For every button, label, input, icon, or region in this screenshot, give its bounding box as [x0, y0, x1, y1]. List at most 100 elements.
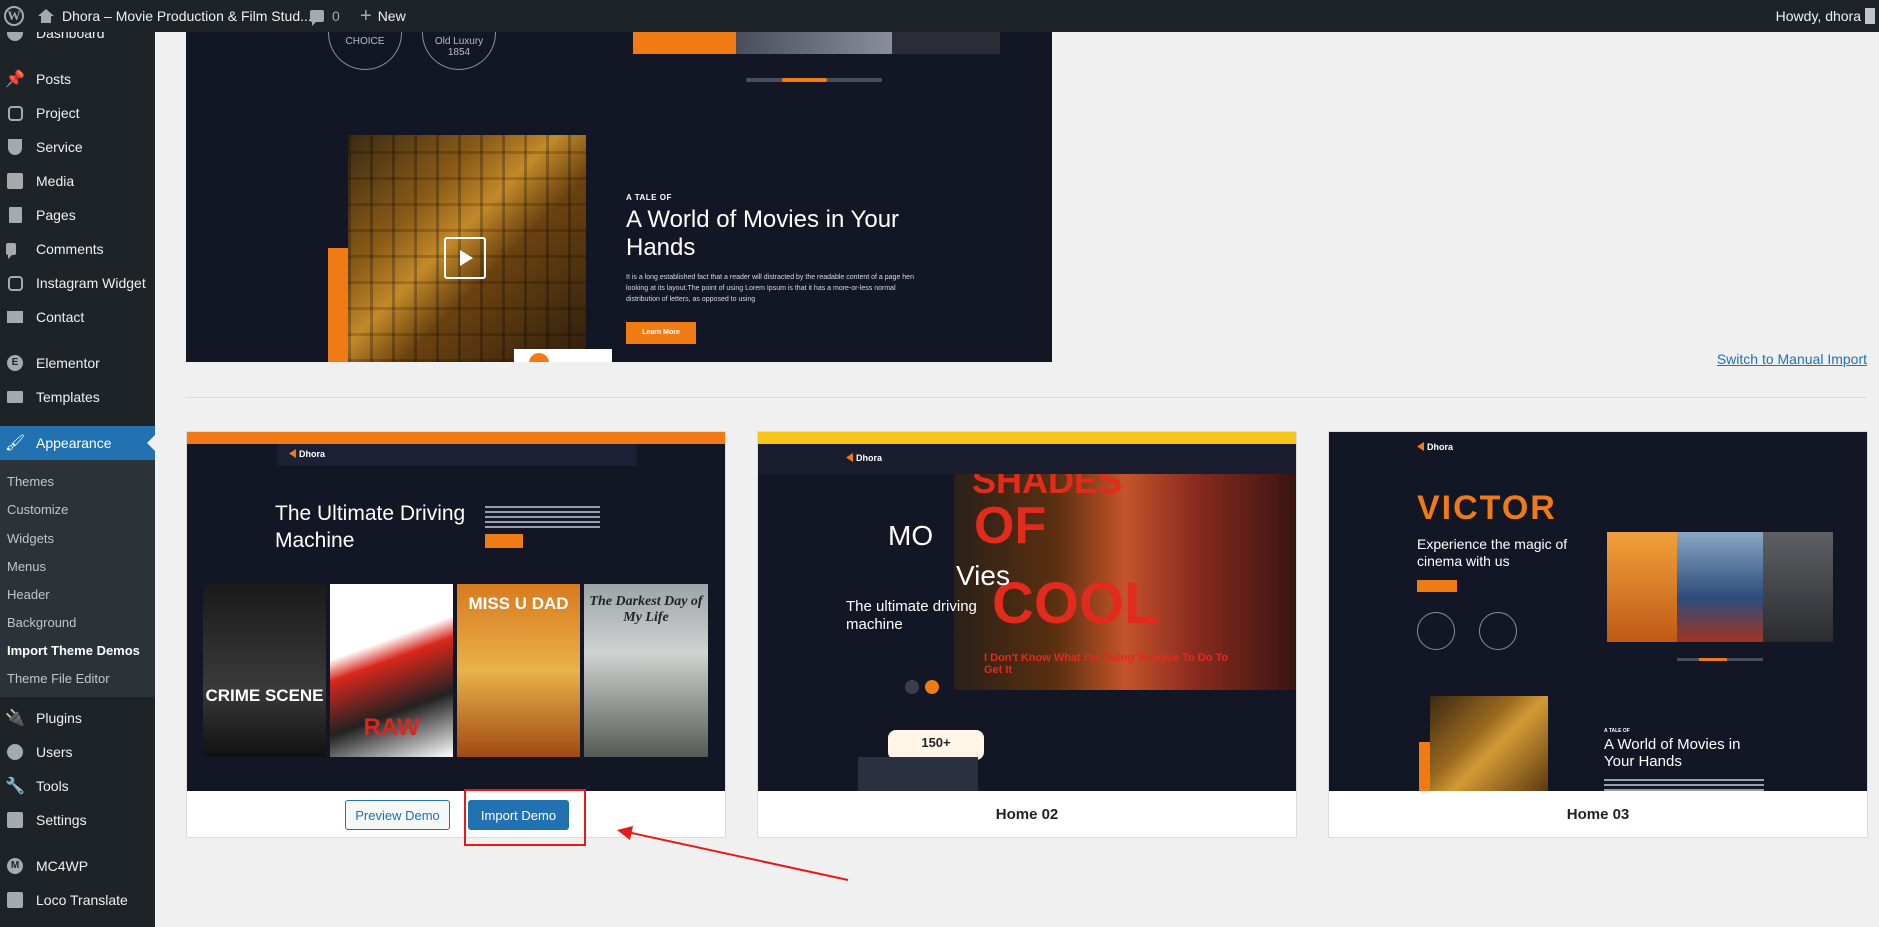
demo-card-home-01[interactable]: Dhora The Ultimate Driving Machine CRIME… [186, 431, 726, 838]
play-icon[interactable] [444, 237, 486, 279]
strip-image [892, 32, 1000, 54]
sidebar-item-media[interactable]: Media [0, 164, 155, 198]
sidebar-item-label: Project [36, 105, 80, 121]
plug-icon: 🔌 [5, 710, 25, 727]
submenu-item-menus[interactable]: Menus [7, 557, 46, 577]
sidebar-item-pages[interactable]: Pages [0, 198, 155, 232]
site-name-label: Dhora – Movie Production & Film Stud... [62, 8, 312, 24]
poster-title: RAW [363, 714, 420, 741]
submenu-item-customize[interactable]: Customize [7, 500, 68, 520]
sidebar-item-label: Media [36, 173, 75, 189]
demo-title: Home 02 [995, 805, 1059, 823]
accent-bar [1419, 742, 1430, 791]
sidebar-item-label: Plugins [36, 710, 82, 726]
sidebar-item-appearance[interactable]: 🖌 Appearance [0, 426, 155, 460]
comments-link[interactable]: 0 [310, 0, 340, 32]
hero-text-mo: MO [888, 520, 934, 551]
dashboard-icon [6, 32, 24, 42]
stat-card [514, 349, 612, 362]
poster-raw: RAW [330, 584, 453, 757]
sidebar-item-label: Service [36, 139, 83, 155]
demo-headline: The Ultimate Driving Machine [275, 502, 466, 552]
admin-sidebar: Dashboard 📌 Posts Project Service Media … [0, 32, 155, 927]
demo-mini-button [485, 534, 523, 548]
comments-count: 0 [332, 8, 340, 24]
howdy-label: Howdy, dhora [1775, 8, 1861, 24]
annotation-highlight-box [464, 789, 586, 846]
submenu-item-background[interactable]: Background [7, 613, 76, 633]
slider-dots [905, 680, 945, 699]
sidebar-item-project[interactable]: Project [0, 96, 155, 130]
mini-logo: Dhora [1417, 442, 1453, 452]
sidebar-item-label: Users [36, 744, 73, 760]
folder-icon [6, 388, 24, 406]
sidebar-item-label: Pages [36, 207, 76, 223]
collage-word: COOL [992, 571, 1160, 636]
learn-more-button[interactable]: Learn More [626, 322, 696, 344]
sidebar-item-label: Instagram Widget [36, 275, 146, 291]
demo-card-home-02[interactable]: Dhora SHADES OF COOL I Don't Know What I… [757, 431, 1297, 838]
site-name-link[interactable]: Dhora – Movie Production & Film Stud... [38, 0, 312, 32]
submenu-item-widgets[interactable]: Widgets [7, 529, 54, 549]
mini-logo: Dhora [846, 453, 882, 463]
sidebar-item-loco-translate[interactable]: Loco Translate [0, 883, 155, 917]
account-menu[interactable]: Howdy, dhora [1776, 0, 1875, 32]
brush-icon: 🖌 [4, 435, 26, 452]
sidebar-item-label: Templates [36, 389, 100, 405]
award-badge: CHOICE [328, 32, 402, 70]
award-badge: Old Luxury 1854 [422, 32, 496, 70]
sidebar-item-service[interactable]: Service [0, 130, 155, 164]
new-content-button[interactable]: + New [360, 0, 406, 32]
collage-word: OF [974, 497, 1047, 555]
submenu-item-import-theme-demos[interactable]: Import Theme Demos [7, 641, 140, 661]
award-badge [1479, 612, 1517, 650]
wordpress-logo-icon[interactable]: W [4, 0, 28, 32]
sidebar-item-posts[interactable]: 📌 Posts [0, 62, 155, 96]
sidebar-item-settings[interactable]: Settings [0, 803, 155, 837]
card-footer: Home 03 [1329, 791, 1867, 837]
sidebar-item-comments[interactable]: Comments [0, 232, 155, 266]
comments-icon [6, 240, 24, 259]
sidebar-item-elementor[interactable]: E Elementor [0, 346, 155, 380]
sidebar-item-instagram-widget[interactable]: Instagram Widget [0, 266, 155, 300]
avatar [1865, 8, 1875, 24]
settings-icon [6, 811, 24, 829]
sidebar-item-users[interactable]: Users [0, 735, 155, 769]
poster-miss-u-dad: MISS U DAD [457, 584, 580, 757]
instagram-icon [6, 274, 24, 292]
media-icon [6, 172, 24, 190]
mini-logo: Dhora [289, 449, 325, 459]
stat-badge: 150+ [888, 730, 984, 760]
sidebar-item-contact[interactable]: Contact [0, 300, 155, 334]
envelope-icon [6, 308, 24, 326]
mini-navbar: Dhora [277, 444, 637, 466]
sidebar-item-label: Dashboard [36, 32, 105, 41]
movie-photo [1430, 696, 1548, 791]
sidebar-item-templates[interactable]: Templates [0, 380, 155, 414]
submenu-item-theme-file-editor[interactable]: Theme File Editor [7, 669, 110, 689]
sidebar-item-label: Contact [36, 309, 85, 325]
hero-image [1607, 532, 1677, 642]
poster-title: CRIME SCENE [205, 686, 324, 705]
demo-card-home-03[interactable]: Dhora VICTOR Experience the magic of cin… [1328, 431, 1868, 838]
submenu-item-header[interactable]: Header [7, 585, 50, 605]
demo-preview-large: CHOICE Old Luxury 1854 A TALE OF A World … [186, 32, 1052, 362]
sidebar-item-tools[interactable]: 🔧 Tools [0, 769, 155, 803]
section-title: A World of Movies in Your Hands [1604, 736, 1741, 770]
sidebar-item-label: Posts [36, 71, 72, 87]
section-body-lines [1604, 778, 1764, 791]
sidebar-item-mc4wp[interactable]: M MC4WP [0, 849, 155, 883]
preview-demo-button[interactable]: Preview Demo [345, 800, 450, 830]
demo-screenshot: Dhora VICTOR Experience the magic of cin… [1329, 432, 1867, 791]
hero-subtitle: The ultimate driving machine [846, 598, 977, 633]
demo-screenshot: Dhora SHADES OF COOL I Don't Know What I… [758, 432, 1296, 791]
switch-to-manual-import-link[interactable]: Switch to Manual Import [1717, 351, 1867, 367]
new-label: New [377, 8, 406, 24]
sidebar-item-plugins[interactable]: 🔌 Plugins [0, 701, 155, 735]
poster-crime-scene: CRIME SCENE [203, 584, 326, 757]
admin-bar: W Dhora – Movie Production & Film Stud..… [0, 0, 1879, 32]
submenu-item-themes[interactable]: Themes [7, 472, 54, 492]
project-icon [6, 104, 24, 122]
top-bar [187, 432, 725, 444]
sidebar-item-dashboard[interactable]: Dashboard [0, 32, 155, 50]
